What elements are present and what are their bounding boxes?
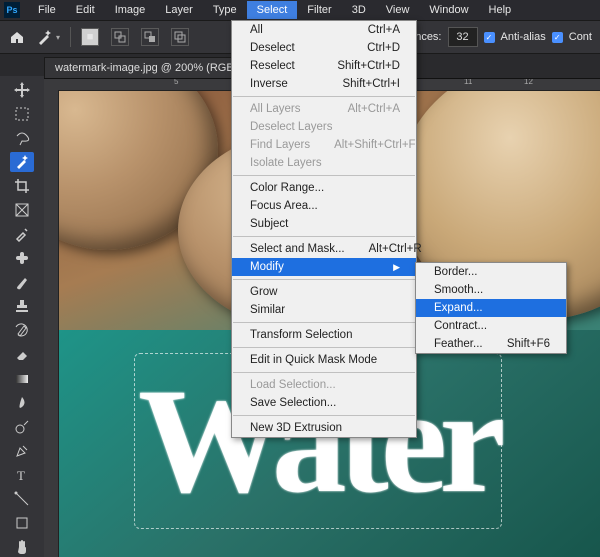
blur-tool-icon[interactable]: [10, 393, 34, 413]
sel-mode-add-icon[interactable]: [111, 28, 129, 46]
history-brush-tool-icon[interactable]: [10, 320, 34, 340]
svg-text:T: T: [17, 468, 25, 483]
sel-mode-new-icon[interactable]: ■: [81, 28, 99, 46]
tool-palette: T: [0, 76, 44, 557]
menu-item-similar[interactable]: Similar: [232, 301, 416, 319]
shape-tool-icon[interactable]: [10, 513, 34, 533]
menu-item-edit-in-quick-mask-mode[interactable]: Edit in Quick Mask Mode: [232, 351, 416, 369]
menu-item-find-layers: Find LayersAlt+Shift+Ctrl+F: [232, 136, 416, 154]
frame-tool-icon[interactable]: [10, 200, 34, 220]
submenu-item-border[interactable]: Border...: [416, 263, 566, 281]
app-logo: Ps: [4, 2, 20, 18]
ruler-vertical: [44, 90, 59, 557]
menu-item-modify[interactable]: Modify▶: [232, 258, 416, 276]
lasso-tool-icon[interactable]: [10, 128, 34, 148]
menu-item-deselect[interactable]: DeselectCtrl+D: [232, 39, 416, 57]
path-tool-icon[interactable]: [10, 489, 34, 509]
menu-help[interactable]: Help: [479, 1, 522, 19]
menu-select[interactable]: Select: [247, 1, 298, 19]
modify-submenu: Border...Smooth...Expand...Contract...Fe…: [415, 262, 567, 354]
menu-item-save-selection[interactable]: Save Selection...: [232, 394, 416, 412]
marquee-tool-icon[interactable]: [10, 104, 34, 124]
menu-filter[interactable]: Filter: [297, 1, 341, 19]
menu-item-select-and-mask[interactable]: Select and Mask...Alt+Ctrl+R: [232, 240, 416, 258]
submenu-item-expand[interactable]: Expand...: [416, 299, 566, 317]
menu-item-load-selection: Load Selection...: [232, 376, 416, 394]
pen-tool-icon[interactable]: [10, 441, 34, 461]
menu-item-grow[interactable]: Grow: [232, 283, 416, 301]
contiguous-checkbox[interactable]: ✓: [552, 32, 563, 43]
tolerance-input[interactable]: 32: [448, 27, 478, 47]
move-tool-icon[interactable]: [10, 80, 34, 100]
menu-layer[interactable]: Layer: [155, 1, 203, 19]
submenu-item-feather[interactable]: Feather...Shift+F6: [416, 335, 566, 353]
menu-item-all-layers: All LayersAlt+Ctrl+A: [232, 100, 416, 118]
magic-wand-icon[interactable]: ▾: [36, 28, 60, 46]
magic-wand-tool-icon[interactable]: [10, 152, 34, 172]
menu-file[interactable]: File: [28, 1, 66, 19]
menu-edit[interactable]: Edit: [66, 1, 105, 19]
select-menu-dropdown: AllCtrl+ADeselectCtrl+DReselectShift+Ctr…: [231, 20, 417, 438]
sel-mode-subtract-icon[interactable]: [141, 28, 159, 46]
stamp-tool-icon[interactable]: [10, 296, 34, 316]
menu-window[interactable]: Window: [419, 1, 478, 19]
type-tool-icon[interactable]: T: [10, 465, 34, 485]
menu-item-all[interactable]: AllCtrl+A: [232, 21, 416, 39]
menubar: Ps File Edit Image Layer Type Select Fil…: [0, 0, 600, 20]
brush-tool-icon[interactable]: [10, 272, 34, 292]
gradient-tool-icon[interactable]: [10, 369, 34, 389]
menu-item-reselect[interactable]: ReselectShift+Ctrl+D: [232, 57, 416, 75]
menu-view[interactable]: View: [376, 1, 420, 19]
document-tab[interactable]: watermark-image.jpg @ 200% (RGB: [44, 57, 245, 78]
eyedropper-tool-icon[interactable]: [10, 224, 34, 244]
submenu-item-contract[interactable]: Contract...: [416, 317, 566, 335]
menu-item-focus-area[interactable]: Focus Area...: [232, 197, 416, 215]
dodge-tool-icon[interactable]: [10, 417, 34, 437]
menu-item-isolate-layers: Isolate Layers: [232, 154, 416, 172]
submenu-item-smooth[interactable]: Smooth...: [416, 281, 566, 299]
crop-tool-icon[interactable]: [10, 176, 34, 196]
menu-type[interactable]: Type: [203, 1, 247, 19]
anti-alias-checkbox[interactable]: ✓: [484, 32, 495, 43]
menu-image[interactable]: Image: [105, 1, 156, 19]
anti-alias-label: Anti-alias: [501, 31, 546, 43]
menu-item-deselect-layers: Deselect Layers: [232, 118, 416, 136]
menu-item-subject[interactable]: Subject: [232, 215, 416, 233]
eraser-tool-icon[interactable]: [10, 345, 34, 365]
menu-3d[interactable]: 3D: [342, 1, 376, 19]
heal-tool-icon[interactable]: [10, 248, 34, 268]
contiguous-label: Cont: [569, 31, 592, 43]
home-icon[interactable]: [8, 28, 26, 46]
hand-tool-icon[interactable]: [10, 537, 34, 557]
menu-item-transform-selection[interactable]: Transform Selection: [232, 326, 416, 344]
menu-item-inverse[interactable]: InverseShift+Ctrl+I: [232, 75, 416, 93]
menu-item-new-3d-extrusion[interactable]: New 3D Extrusion: [232, 419, 416, 437]
menu-item-color-range[interactable]: Color Range...: [232, 179, 416, 197]
sel-mode-intersect-icon[interactable]: [171, 28, 189, 46]
